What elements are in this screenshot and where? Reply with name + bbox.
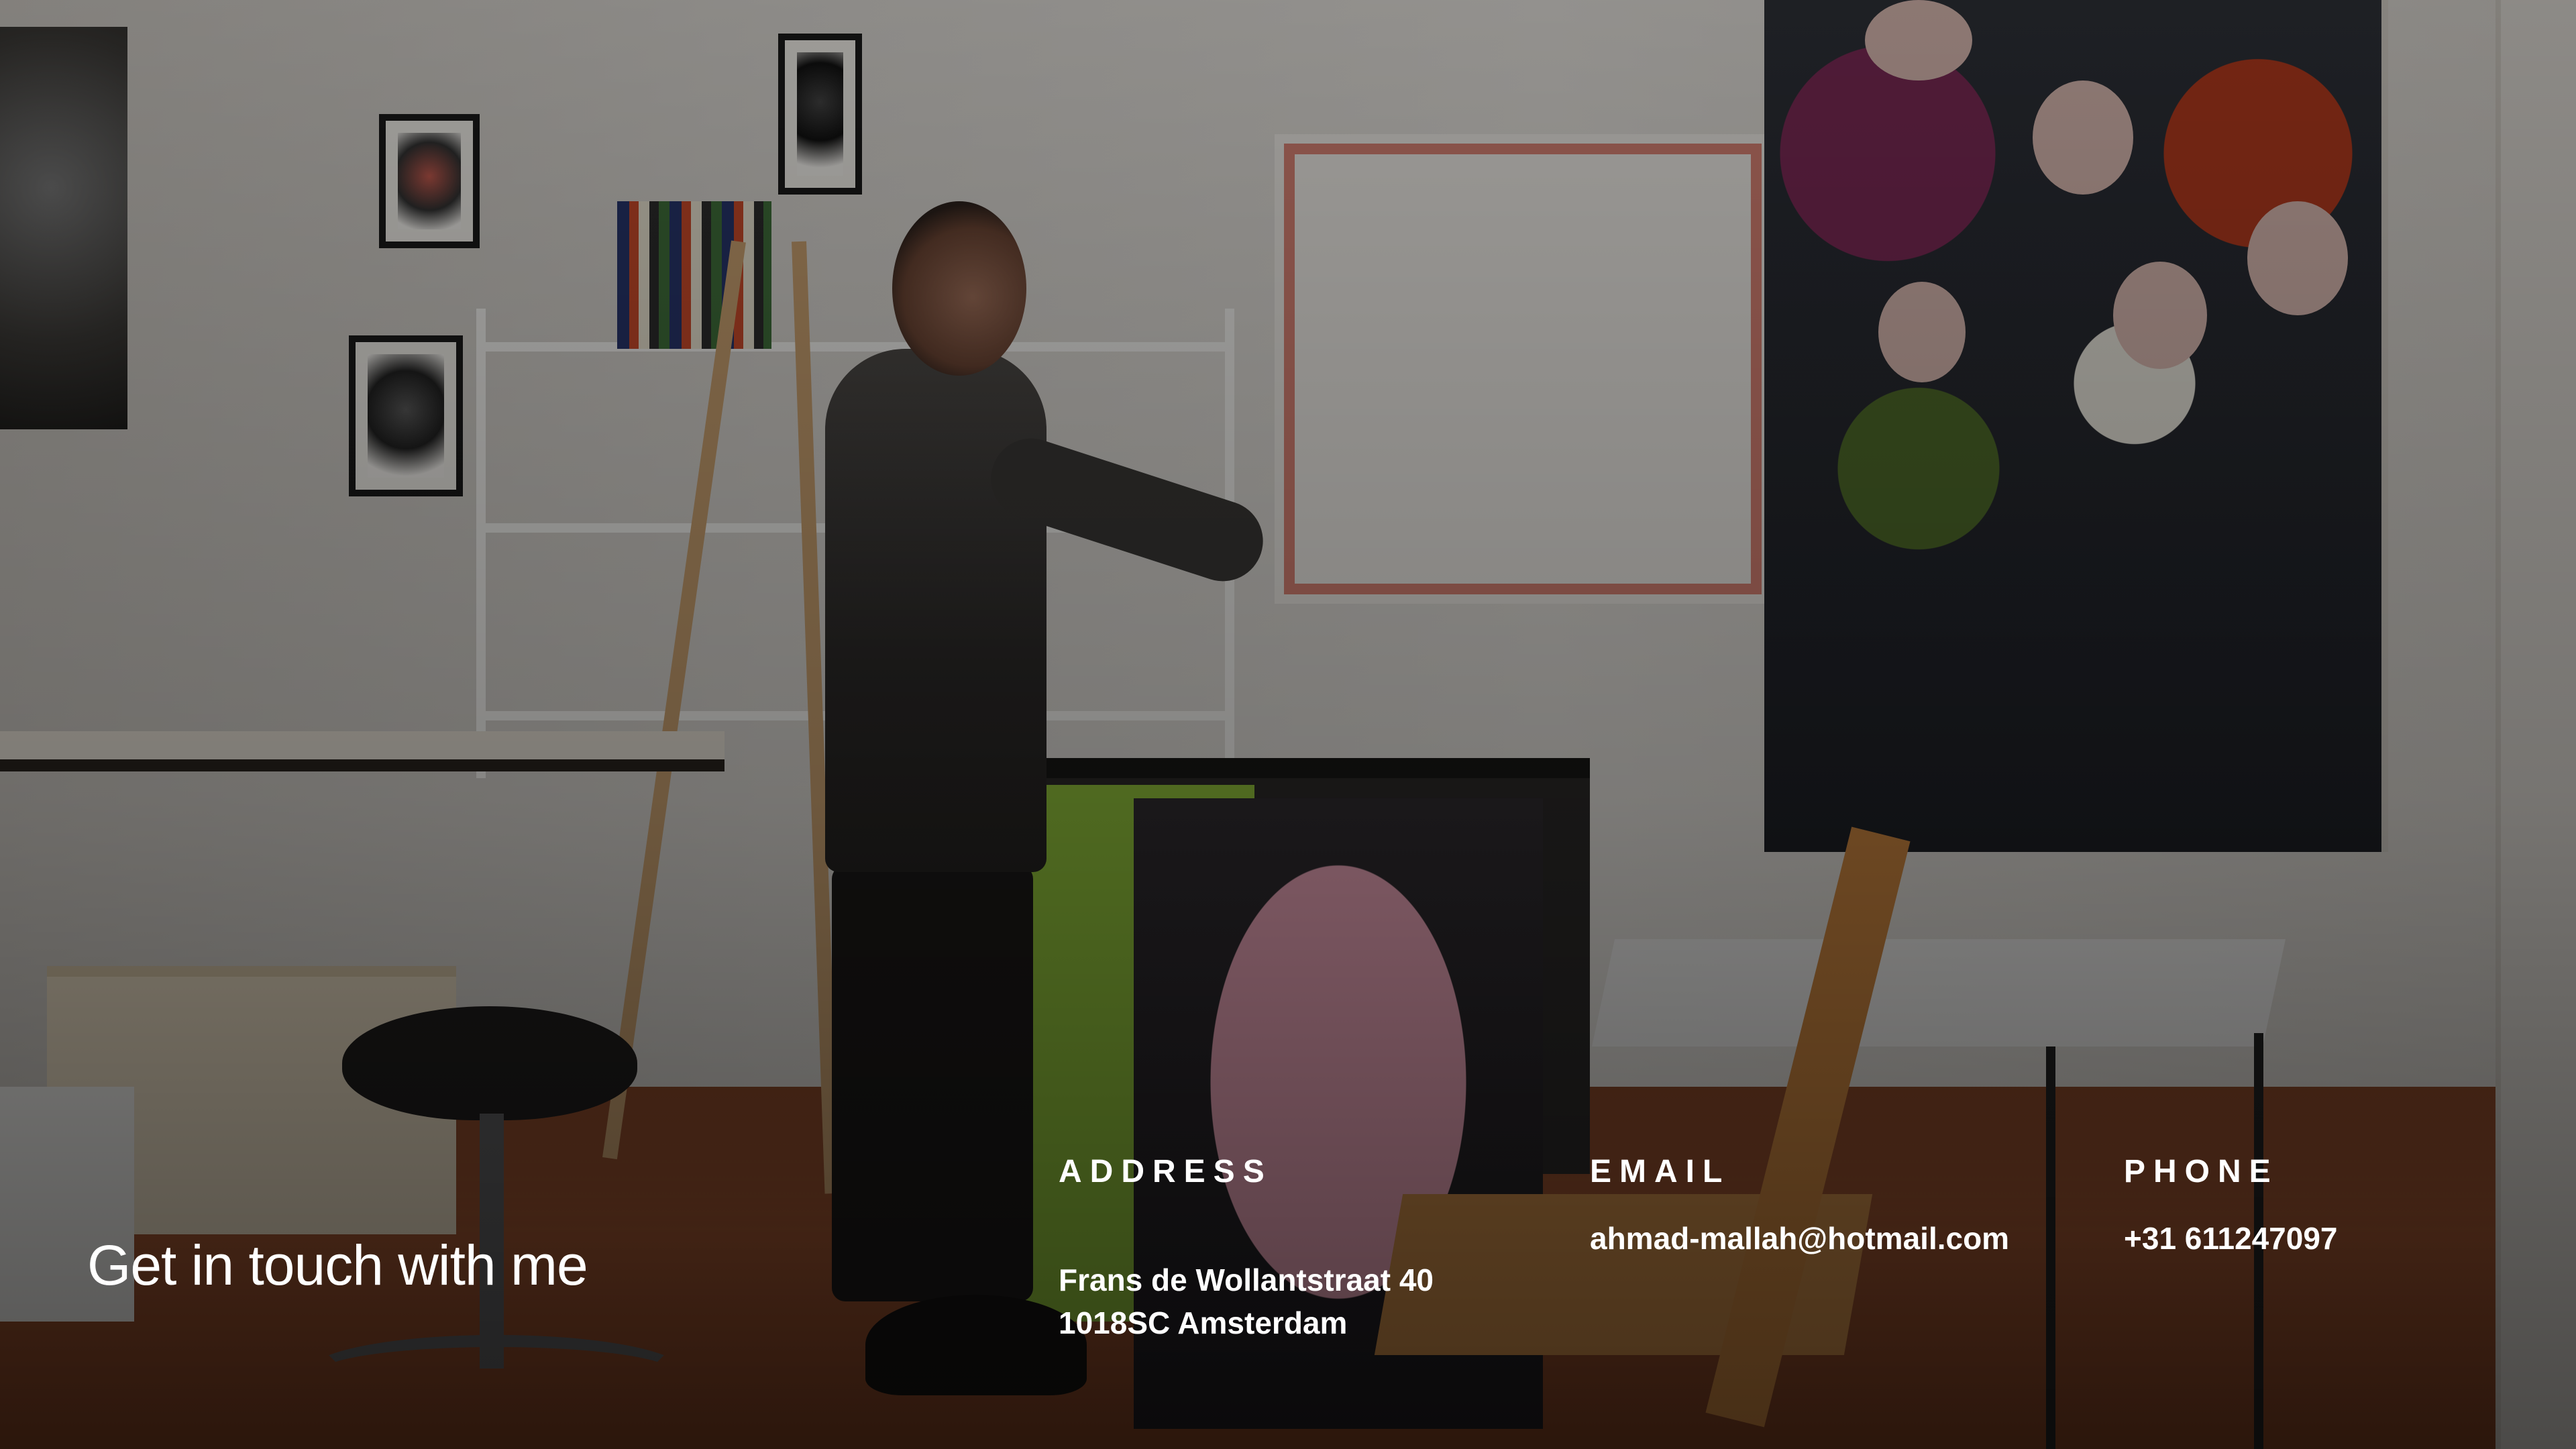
phone-link[interactable]: +31 611247097 xyxy=(2124,1217,2338,1260)
phone-block: PHONE +31 611247097 xyxy=(2124,1152,2338,1260)
phone-label: PHONE xyxy=(2124,1154,2279,1189)
address-line-1: Frans de Wollantstraat 40 xyxy=(1059,1263,1434,1297)
email-link[interactable]: ahmad-mallah@hotmail.com xyxy=(1590,1217,2009,1260)
email-label: EMAIL xyxy=(1590,1154,1731,1189)
contact-hero: Get in touch with me ADDRESS Frans de Wo… xyxy=(0,0,2576,1449)
email-block: EMAIL ahmad-mallah@hotmail.com xyxy=(1590,1152,2009,1260)
contact-headline: Get in touch with me xyxy=(87,1234,588,1297)
address-block: ADDRESS Frans de Wollantstraat 40 1018SC… xyxy=(1059,1152,1434,1344)
address-line-2: 1018SC Amsterdam xyxy=(1059,1305,1348,1340)
address-label: ADDRESS xyxy=(1059,1154,1273,1189)
address-value: Frans de Wollantstraat 40 1018SC Amsterd… xyxy=(1059,1258,1434,1344)
